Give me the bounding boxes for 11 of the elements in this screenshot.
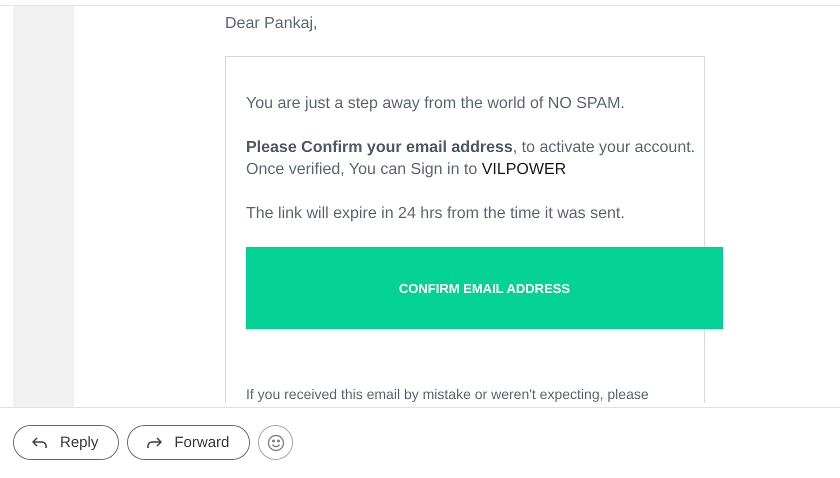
message-paragraph: You are just a step away from the world of NO SPAM. [246, 94, 625, 114]
forward-icon [146, 436, 162, 448]
message-paragraph: The link will expire in 24 hrs from the time it was sent. [246, 204, 625, 224]
message-paragraph: Please Confirm your email address, to activate your account. Once verified, You can Sign in to VILPOWER [246, 138, 696, 180]
smiley-icon [266, 434, 285, 452]
reply-button[interactable]: Reply [13, 425, 120, 460]
forward-button[interactable]: Forward [127, 425, 250, 460]
reply-icon [32, 436, 48, 448]
footnote-text: If you received this email by mistake or weren't expecting, please [246, 385, 649, 403]
greeting-text: Dear Pankaj, [225, 14, 318, 34]
emoji-reaction-button[interactable] [258, 425, 294, 460]
